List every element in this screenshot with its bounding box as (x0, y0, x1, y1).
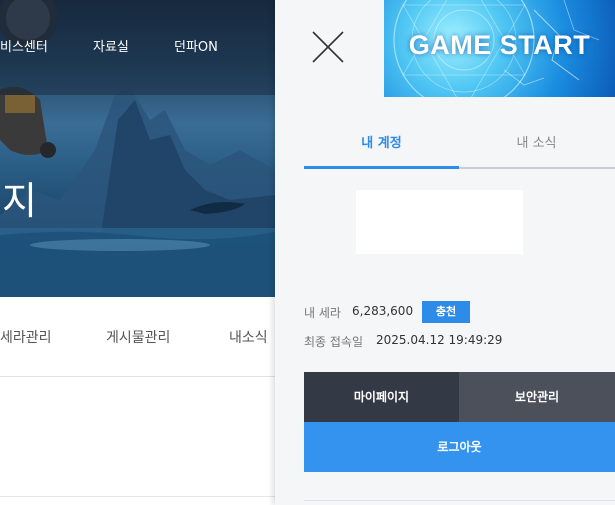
charge-button[interactable]: 충천 (422, 301, 470, 323)
panel-tabs: 내 계정 내 소식 (304, 128, 615, 170)
nav-item-resources[interactable]: 자료실 (93, 36, 129, 55)
cera-label: 내 세라 (304, 306, 341, 320)
profile-info-box (356, 190, 523, 254)
game-start-label: GAME START (408, 30, 591, 60)
tab-my-news[interactable]: 내 소식 (459, 128, 614, 170)
close-button[interactable] (309, 28, 347, 66)
divider (0, 496, 275, 497)
top-navigation: 비스센터 자료실 던파ON (0, 36, 275, 58)
sub-nav-post-management[interactable]: 게시물관리 (106, 327, 170, 347)
last-login-value: 2025.04.12 19:49:29 (376, 333, 503, 347)
hero-title: 지 (2, 179, 37, 223)
background-page: 비스센터 자료실 던파ON 지 세라관리 게시물관리 내소식 (0, 0, 275, 505)
account-side-panel: GAME START 내 계정 내 소식 내 세라 6,283,600 충천 최… (275, 0, 615, 505)
nav-item-dnf-on[interactable]: 던파ON (174, 36, 218, 55)
cera-value: 6,283,600 (352, 304, 414, 318)
divider (304, 500, 615, 501)
hero-banner: 비스센터 자료실 던파ON 지 (0, 0, 275, 297)
logout-button[interactable]: 로그아웃 (304, 422, 615, 472)
security-management-button[interactable]: 보안관리 (459, 372, 615, 422)
mypage-button[interactable]: 마이페이지 (304, 372, 459, 422)
close-icon (312, 31, 344, 63)
game-start-button[interactable]: GAME START (384, 0, 615, 97)
tab-divider (459, 167, 615, 169)
last-login-row: 최종 접속일 2025.04.12 19:49:29 (304, 333, 564, 349)
active-tab-indicator (304, 166, 459, 169)
sub-nav-my-news[interactable]: 내소식 (229, 327, 268, 347)
sub-navigation: 세라관리 게시물관리 내소식 (0, 297, 275, 377)
tab-my-account[interactable]: 내 계정 (304, 128, 459, 170)
sub-nav-cera-management[interactable]: 세라관리 (0, 327, 52, 347)
nav-item-service-center[interactable]: 비스센터 (0, 36, 48, 55)
last-login-label: 최종 접속일 (304, 335, 364, 349)
